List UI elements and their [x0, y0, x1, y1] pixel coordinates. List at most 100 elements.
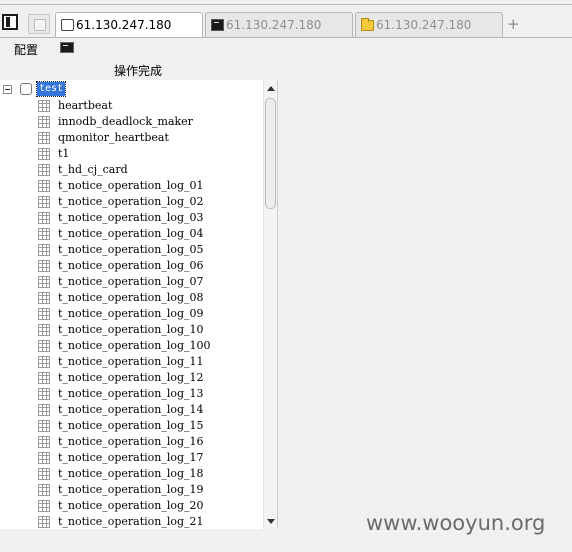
table-row[interactable]: t_notice_operation_log_02 — [0, 194, 262, 210]
blank-page-icon — [61, 19, 74, 31]
watermark: www.wooyun.org — [366, 511, 546, 535]
table-row[interactable]: t_notice_operation_log_05 — [0, 242, 262, 258]
table-name: t_notice_operation_log_16 — [58, 435, 204, 448]
scroll-up-arrow-icon[interactable] — [267, 86, 275, 91]
scroll-down-arrow-icon[interactable] — [267, 519, 275, 524]
table-name: t_notice_operation_log_20 — [58, 499, 204, 512]
table-name: t_notice_operation_log_21 — [58, 515, 204, 528]
table-row[interactable]: t_hd_cj_card — [0, 162, 262, 178]
table-icon — [38, 212, 50, 224]
folder-icon — [361, 18, 374, 31]
table-icon — [38, 228, 50, 240]
table-name: t_notice_operation_log_02 — [58, 195, 204, 208]
sidebar-toggle-icon[interactable] — [2, 14, 18, 30]
table-icon — [38, 148, 50, 160]
tab-label: 61.130.247.180 — [376, 18, 472, 32]
table-name: t_notice_operation_log_07 — [58, 275, 204, 288]
table-row[interactable]: t_notice_operation_log_16 — [0, 434, 262, 450]
table-name: t_notice_operation_log_19 — [58, 483, 204, 496]
panel-divider — [277, 80, 278, 529]
table-row[interactable]: t_notice_operation_log_21 — [0, 514, 262, 529]
table-row[interactable]: t_notice_operation_log_07 — [0, 274, 262, 290]
table-name: t_notice_operation_log_100 — [58, 339, 211, 352]
table-row[interactable]: t_notice_operation_log_15 — [0, 418, 262, 434]
session-manager-icon[interactable] — [28, 14, 50, 34]
table-row[interactable]: t1 — [0, 146, 262, 162]
terminal-icon — [211, 19, 224, 31]
table-icon — [38, 244, 50, 256]
table-row[interactable]: t_notice_operation_log_03 — [0, 210, 262, 226]
table-row[interactable]: t_notice_operation_log_19 — [0, 482, 262, 498]
table-name: t_notice_operation_log_06 — [58, 259, 204, 272]
table-icon — [38, 404, 50, 416]
root-label[interactable]: test — [35, 81, 67, 97]
table-icon — [38, 516, 50, 528]
table-name: t_notice_operation_log_03 — [58, 211, 204, 224]
tab-session-3[interactable]: 61.130.247.180 — [355, 12, 503, 38]
table-icon — [38, 340, 50, 352]
table-icon — [38, 116, 50, 128]
table-row[interactable]: t_notice_operation_log_20 — [0, 498, 262, 514]
table-icon — [38, 468, 50, 480]
table-name: t_notice_operation_log_14 — [58, 403, 204, 416]
table-row[interactable]: t_notice_operation_log_14 — [0, 402, 262, 418]
table-name: t_notice_operation_log_13 — [58, 387, 204, 400]
table-row[interactable]: t_notice_operation_log_17 — [0, 450, 262, 466]
table-row[interactable]: t_notice_operation_log_08 — [0, 290, 262, 306]
table-row[interactable]: t_notice_operation_log_13 — [0, 386, 262, 402]
table-name: t_notice_operation_log_12 — [58, 371, 204, 384]
table-row[interactable]: t_notice_operation_log_10 — [0, 322, 262, 338]
table-name: innodb_deadlock_maker — [58, 115, 193, 128]
status-message: 操作完成 — [114, 64, 163, 78]
scroll-thumb[interactable] — [265, 98, 276, 209]
terminal-icon[interactable] — [60, 42, 74, 53]
table-row[interactable]: t_notice_operation_log_06 — [0, 258, 262, 274]
tab-session-1[interactable]: 61.130.247.180 — [55, 12, 203, 39]
tab-session-2[interactable]: 61.130.247.180 — [205, 12, 353, 38]
menu-config[interactable]: 配置 — [14, 41, 38, 58]
table-icon — [38, 180, 50, 192]
table-name: t_notice_operation_log_10 — [58, 323, 204, 336]
table-name: t1 — [58, 147, 70, 160]
table-name: t_notice_operation_log_17 — [58, 451, 204, 464]
table-name: t_notice_operation_log_04 — [58, 227, 204, 240]
table-name: heartbeat — [58, 99, 113, 112]
table-row[interactable]: qmonitor_heartbeat — [0, 130, 262, 146]
table-name: t_notice_operation_log_08 — [58, 291, 204, 304]
table-name: t_hd_cj_card — [58, 163, 128, 176]
table-row[interactable]: t_notice_operation_log_18 — [0, 466, 262, 482]
tab-bar: 61.130.247.180 61.130.247.180 61.130.247… — [0, 0, 572, 39]
tab-label: 61.130.247.180 — [76, 18, 172, 32]
database-tree: test heartbeat innodb_deadlock_makerqmoni… — [0, 80, 277, 529]
table-icon — [38, 436, 50, 448]
table-icon — [38, 308, 50, 320]
table-icon — [38, 164, 50, 176]
top-border — [0, 4, 572, 5]
scrollbar[interactable] — [263, 80, 277, 529]
table-name: t_notice_operation_log_18 — [58, 467, 204, 480]
table-icon — [38, 260, 50, 272]
table-name: qmonitor_heartbeat — [58, 131, 169, 144]
table-row[interactable]: t_notice_operation_log_04 — [0, 226, 262, 242]
menu-bar: 配置 — [0, 38, 572, 57]
table-row[interactable]: t_notice_operation_log_01 — [0, 178, 262, 194]
table-icon — [38, 100, 50, 112]
table-icon — [38, 420, 50, 432]
tree-root-node[interactable]: test — [0, 80, 260, 97]
table-row[interactable]: heartbeat — [0, 98, 262, 114]
table-row[interactable]: t_notice_operation_log_100 — [0, 338, 262, 354]
table-icon — [38, 292, 50, 304]
new-tab-button[interactable]: + — [507, 14, 520, 34]
table-row[interactable]: t_notice_operation_log_09 — [0, 306, 262, 322]
table-name: t_notice_operation_log_01 — [58, 179, 204, 192]
table-name: t_notice_operation_log_15 — [58, 419, 204, 432]
collapse-icon[interactable] — [3, 85, 12, 94]
table-icon — [38, 484, 50, 496]
table-row[interactable]: t_notice_operation_log_11 — [0, 354, 262, 370]
tab-label: 61.130.247.180 — [226, 18, 322, 32]
table-icon — [38, 196, 50, 208]
table-row[interactable]: t_notice_operation_log_12 — [0, 370, 262, 386]
table-row[interactable]: innodb_deadlock_maker — [0, 114, 262, 130]
database-icon — [20, 83, 32, 95]
table-name: t_notice_operation_log_11 — [58, 355, 204, 368]
